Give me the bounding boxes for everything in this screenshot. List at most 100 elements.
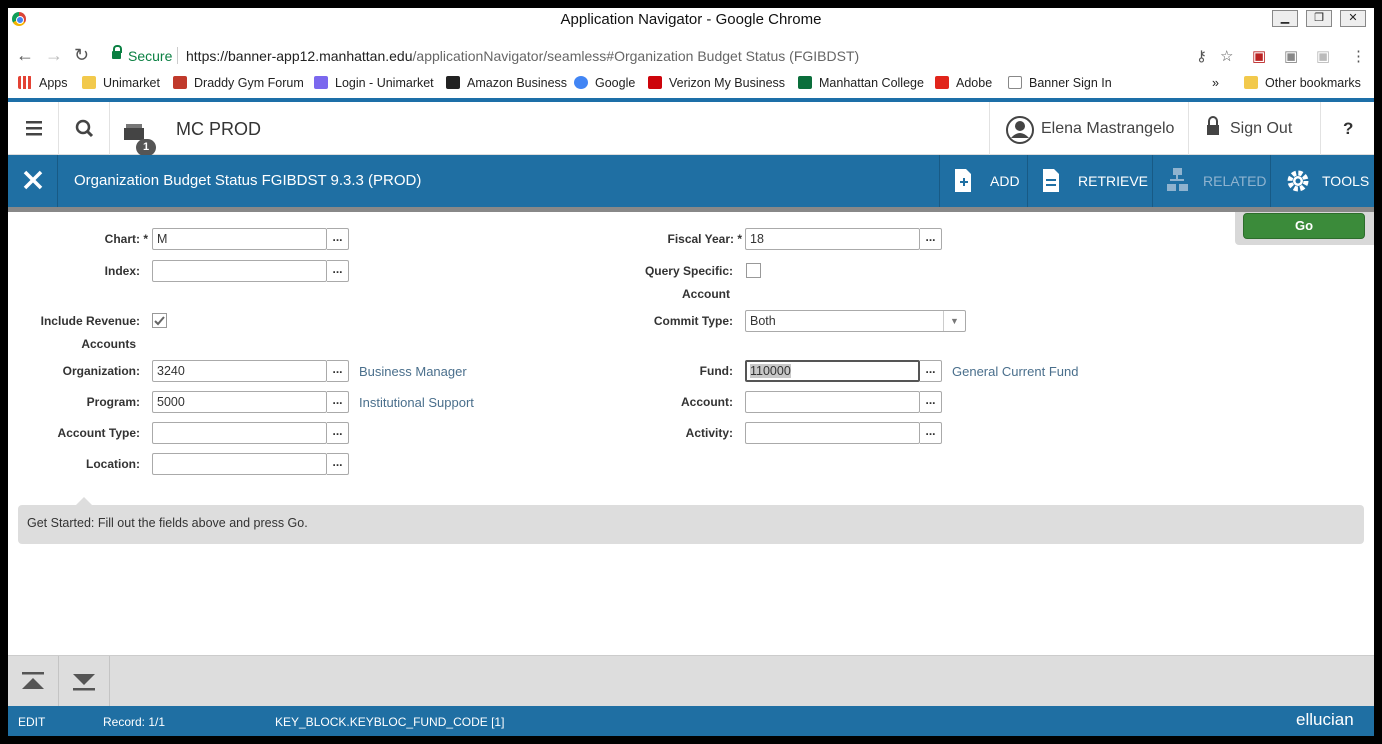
arrow-up-icon <box>22 672 44 689</box>
reload-icon[interactable]: ↻ <box>74 45 89 66</box>
related-hierarchy-icon <box>1167 168 1188 191</box>
url-text[interactable]: https://banner-app12.manhattan.edu/appli… <box>186 48 859 64</box>
bookmark-label: Verizon My Business <box>669 76 786 90</box>
restore-button[interactable]: ❐ <box>1306 10 1332 27</box>
back-arrow-icon[interactable]: ← <box>16 45 34 66</box>
account-type-input[interactable] <box>152 422 327 444</box>
star-icon[interactable]: ☆ <box>1220 47 1233 65</box>
bookmark-label: Apps <box>39 76 68 90</box>
close-page-button[interactable] <box>8 155 58 207</box>
bookmark-label: Google <box>595 76 636 90</box>
help-button[interactable]: ? <box>1321 102 1374 155</box>
location-input[interactable] <box>152 453 327 475</box>
location-label: Location: <box>86 457 140 471</box>
tools-button[interactable]: TOOLS <box>1270 155 1374 207</box>
account-type-label: Account Type: <box>57 426 140 440</box>
previous-section-button[interactable] <box>8 656 59 707</box>
bookmark-label: Banner Sign In <box>1029 76 1112 90</box>
index-lov-button[interactable]: ... <box>327 260 349 282</box>
bookmark-google[interactable]: Google <box>574 76 635 90</box>
chart-input[interactable]: M <box>152 228 327 250</box>
program-label: Program: <box>86 395 140 409</box>
go-button[interactable]: Go <box>1243 213 1365 239</box>
title-bar: Application Navigator - Google Chrome ▁ … <box>8 8 1374 34</box>
bottom-toolbar <box>8 655 1374 707</box>
activity-input[interactable] <box>745 422 920 444</box>
activity-lov-button[interactable]: ... <box>920 422 942 444</box>
bookmark-label: Unimarket <box>103 76 160 90</box>
account-label: Account: <box>681 395 733 409</box>
related-button[interactable]: RELATED <box>1152 155 1270 207</box>
sign-out-button[interactable]: Sign Out <box>1189 102 1321 155</box>
window-title: Application Navigator - Google Chrome <box>560 11 822 28</box>
menu-dots-icon[interactable]: ⋮ <box>1351 47 1366 65</box>
fund-input[interactable]: 110000 <box>745 360 920 382</box>
bookmarks-overflow[interactable]: » <box>1212 76 1219 90</box>
bookmark-other[interactable]: Other bookmarks <box>1244 76 1361 90</box>
bookmark-label: Login - Unimarket <box>335 76 434 90</box>
organization-input[interactable]: 3240 <box>152 360 327 382</box>
user-name: Elena Mastrangelo <box>1041 120 1175 137</box>
program-lov-button[interactable]: ... <box>327 391 349 413</box>
chart-lov-button[interactable]: ... <box>327 228 349 250</box>
next-section-button[interactable] <box>59 656 110 707</box>
bookmark-amazon[interactable]: Amazon Business <box>446 76 567 90</box>
bookmark-adobe[interactable]: Adobe <box>935 76 992 90</box>
organization-lov-button[interactable]: ... <box>327 360 349 382</box>
bookmark-banner[interactable]: Banner Sign In <box>1008 76 1112 90</box>
activity-label: Activity: <box>685 426 733 440</box>
hamburger-menu-button[interactable] <box>8 102 59 155</box>
index-input[interactable] <box>152 260 327 282</box>
include-revenue-label-2: Accounts <box>81 337 136 351</box>
url-path: /applicationNavigator/seamless#Organizat… <box>412 48 860 64</box>
address-bar-row: ← → ↻ Secure https://banner-app12.manhat… <box>8 42 1374 70</box>
fund-lov-button[interactable]: ... <box>920 360 942 382</box>
retrieve-button[interactable]: RETRIEVE <box>1027 155 1152 207</box>
key-icon[interactable]: ⚷ <box>1196 47 1207 65</box>
bookmark-apps[interactable]: Apps <box>18 76 68 90</box>
bookmark-verizon[interactable]: Verizon My Business <box>648 76 785 90</box>
fiscal-year-input[interactable]: 18 <box>745 228 920 250</box>
program-input[interactable]: 5000 <box>152 391 327 413</box>
manhattan-icon <box>798 76 812 89</box>
forward-arrow-icon[interactable]: → <box>45 45 63 66</box>
fund-label: Fund: <box>699 364 733 378</box>
status-record: Record: 1/1 <box>103 715 166 729</box>
pdf-extension-icon[interactable]: ▣ <box>1252 47 1266 65</box>
bookmark-label: Other bookmarks <box>1265 76 1361 90</box>
index-label: Index: <box>104 264 140 278</box>
include-revenue-label: Include Revenue: <box>40 314 140 328</box>
commit-type-value: Both <box>750 314 776 328</box>
url-bar[interactable]: Secure https://banner-app12.manhattan.ed… <box>102 43 1254 69</box>
commit-type-select[interactable]: Both ▼ <box>745 310 966 332</box>
bookmark-manhattan[interactable]: Manhattan College <box>798 76 924 90</box>
location-lov-button[interactable]: ... <box>327 453 349 475</box>
fiscal-year-lov-button[interactable]: ... <box>920 228 942 250</box>
account-type-lov-button[interactable]: ... <box>327 422 349 444</box>
bookmark-unimarket[interactable]: Unimarket <box>82 76 160 90</box>
t-icon <box>173 76 187 89</box>
extension-icon[interactable]: ▣ <box>1284 47 1298 65</box>
account-lov-button[interactable]: ... <box>920 391 942 413</box>
close-window-button[interactable]: ✕ <box>1340 10 1366 27</box>
add-button[interactable]: ADD <box>939 155 1027 207</box>
recent-items-button[interactable]: 1 <box>110 102 161 156</box>
folder-icon <box>1244 76 1258 89</box>
bookmark-draddy[interactable]: Draddy Gym Forum <box>173 76 304 90</box>
url-host: https://banner-app12.manhattan.edu <box>186 48 413 64</box>
retrieve-document-icon <box>1043 169 1059 192</box>
amazon-icon <box>446 76 460 89</box>
minimize-button[interactable]: ▁ <box>1272 10 1298 27</box>
query-specific-checkbox[interactable] <box>746 263 761 278</box>
page-divider <box>8 207 1374 212</box>
lock-icon <box>1207 116 1219 135</box>
account-input[interactable] <box>745 391 920 413</box>
user-menu[interactable]: Elena Mastrangelo <box>989 102 1189 155</box>
checkmark-icon <box>154 316 165 326</box>
get-started-message: Get Started: Fill out the fields above a… <box>18 505 1364 544</box>
status-mode: EDIT <box>18 715 46 729</box>
search-button[interactable] <box>59 102 110 155</box>
extension-b-icon[interactable]: ▣ <box>1316 47 1330 65</box>
include-revenue-checkbox[interactable] <box>152 313 167 328</box>
bookmark-login-unimarket[interactable]: Login - Unimarket <box>314 76 434 90</box>
